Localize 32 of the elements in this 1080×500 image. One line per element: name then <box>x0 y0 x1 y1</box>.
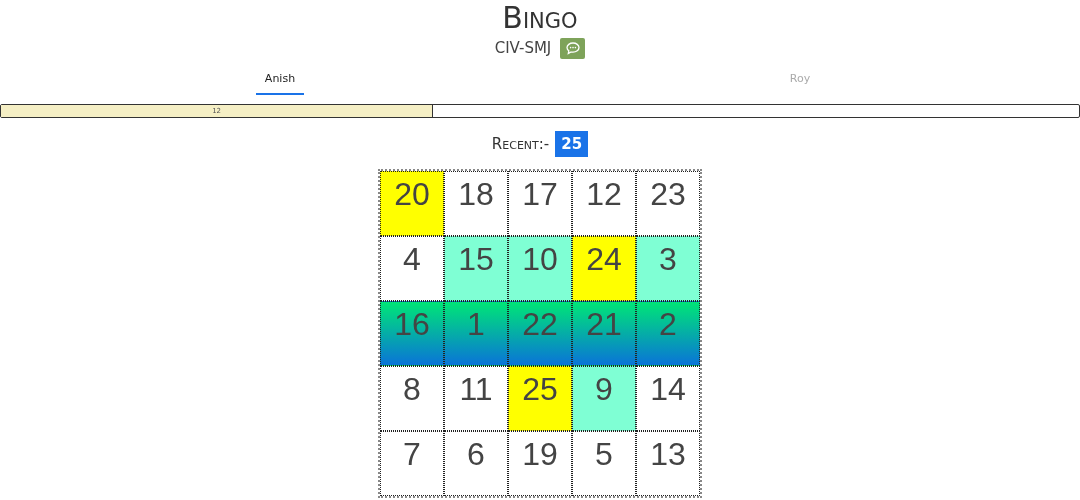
board-cell[interactable]: 25 <box>508 366 572 431</box>
board-cell[interactable]: 7 <box>380 431 444 496</box>
board-cell[interactable]: 13 <box>636 431 700 496</box>
player-tab[interactable]: Anish <box>255 66 305 95</box>
game-title: Bingo <box>502 0 578 36</box>
board-cell[interactable]: 2 <box>636 301 700 366</box>
recent-number: 25 <box>555 131 589 157</box>
board-cell[interactable]: 23 <box>636 171 700 236</box>
board-cell[interactable]: 15 <box>444 236 508 301</box>
recent-label: Recent:- <box>491 135 550 153</box>
board-cell[interactable]: 9 <box>572 366 636 431</box>
board-cell[interactable]: 3 <box>636 236 700 301</box>
board-cell[interactable]: 19 <box>508 431 572 496</box>
room-code: CIV-SMJ <box>494 39 552 57</box>
board-cell[interactable]: 22 <box>508 301 572 366</box>
board-cell[interactable]: 24 <box>572 236 636 301</box>
board-cell[interactable]: 5 <box>572 431 636 496</box>
chat-button[interactable] <box>560 37 586 59</box>
board-cell[interactable]: 21 <box>572 301 636 366</box>
board-cell[interactable]: 17 <box>508 171 572 236</box>
board-cell[interactable]: 8 <box>380 366 444 431</box>
board-cell[interactable]: 18 <box>444 171 508 236</box>
board-cell[interactable]: 12 <box>572 171 636 236</box>
board-cell[interactable]: 16 <box>380 301 444 366</box>
board-cell[interactable]: 4 <box>380 236 444 301</box>
board-cell[interactable]: 1 <box>444 301 508 366</box>
board-cell[interactable]: 11 <box>444 366 508 431</box>
board-cell[interactable]: 10 <box>508 236 572 301</box>
board-cell[interactable]: 20 <box>380 171 444 236</box>
board-cell[interactable]: 14 <box>636 366 700 431</box>
board-cell[interactable]: 6 <box>444 431 508 496</box>
chat-icon <box>565 41 580 55</box>
